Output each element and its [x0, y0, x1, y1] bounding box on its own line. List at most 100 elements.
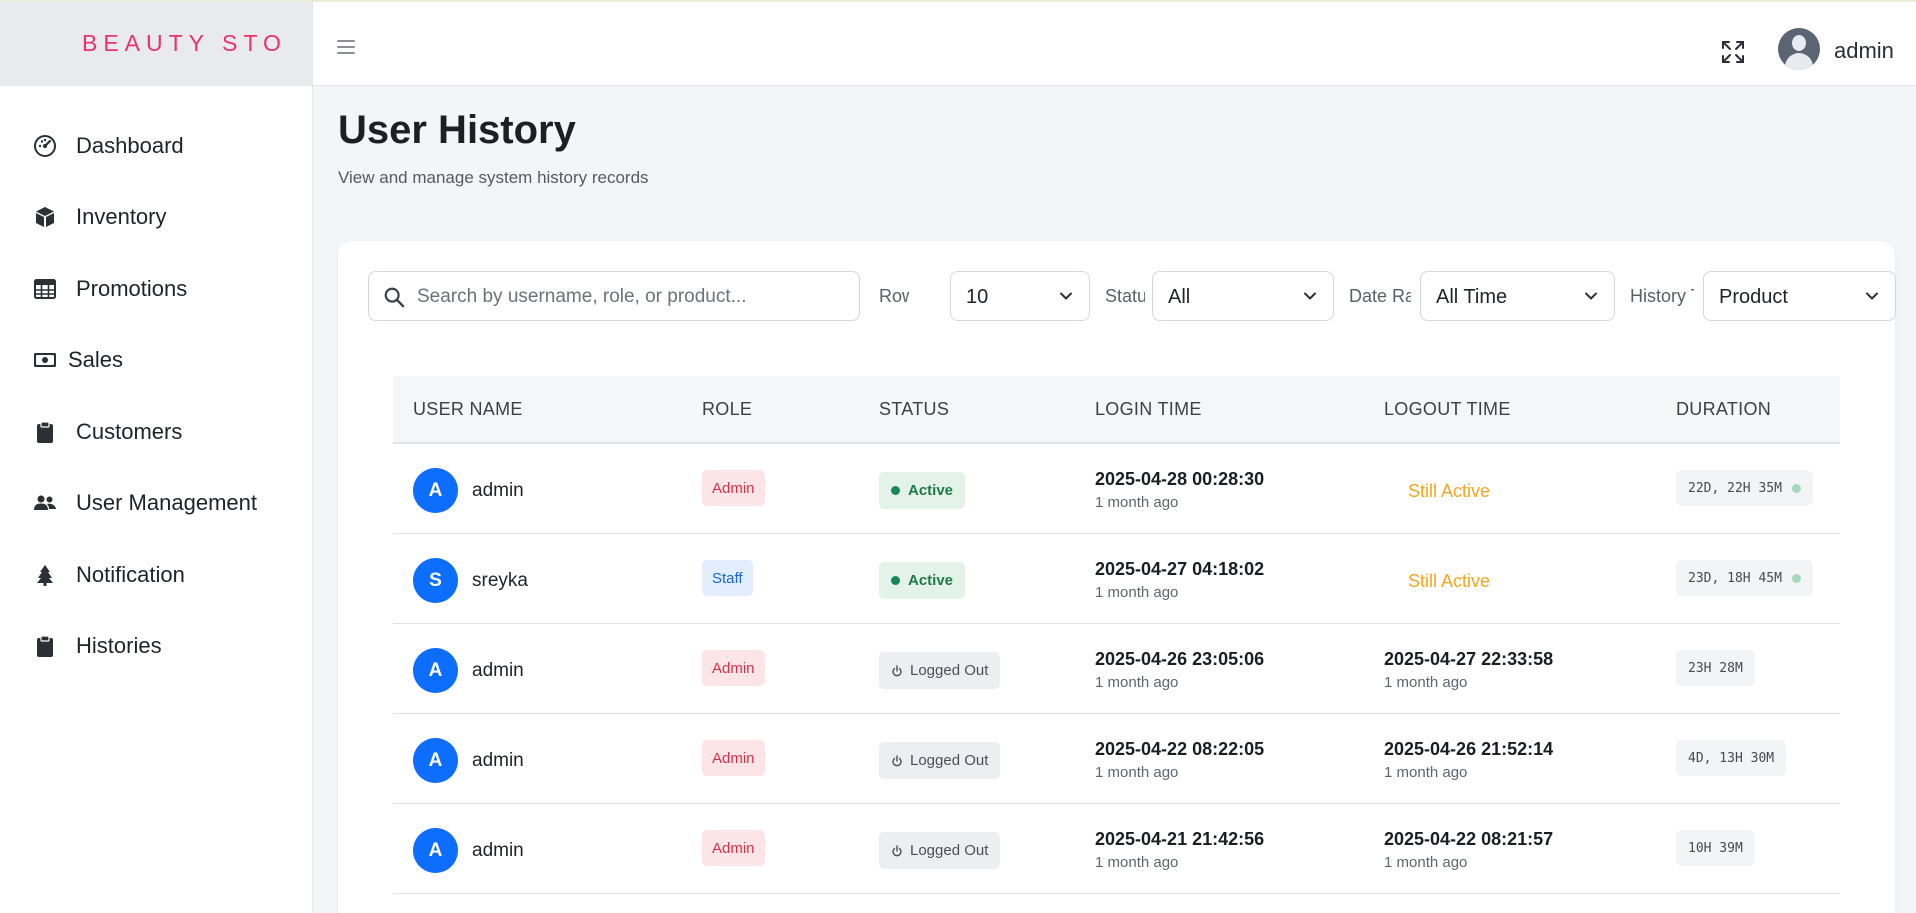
sidebar-item-inventory[interactable]: Inventory: [0, 182, 312, 254]
fullscreen-icon[interactable]: [1720, 39, 1746, 65]
date-range-label: Date Ra: [1349, 286, 1411, 306]
duration-badge: 4D, 13H 30M: [1676, 740, 1787, 776]
sidebar-item-notification[interactable]: Notification: [0, 539, 312, 611]
page-title: User History: [338, 108, 576, 152]
login-relative-time: 1 month ago: [1095, 584, 1179, 601]
sidebar: BEAUTY STO Dashboard Inventory Promotion…: [0, 0, 313, 913]
date-range-select[interactable]: All Time: [1420, 271, 1615, 321]
header-username[interactable]: admin: [1834, 38, 1894, 64]
sidebar-item-label: Promotions: [76, 275, 188, 301]
power-icon: [892, 844, 902, 856]
page-subtitle: View and manage system history records: [338, 168, 649, 187]
bell-icon: [32, 562, 58, 588]
user-avatar: A: [413, 648, 458, 693]
duration-badge: 22D, 22H 35M: [1676, 470, 1813, 506]
status-text: Logged Out: [910, 662, 989, 679]
sidebar-item-promotions[interactable]: Promotions: [0, 253, 312, 325]
column-header-duration[interactable]: DURATION: [1676, 399, 1771, 420]
sidebar-item-sales[interactable]: Sales: [0, 325, 312, 397]
history-type-select[interactable]: Product: [1703, 271, 1896, 321]
history-type-label: History T: [1630, 286, 1694, 306]
status-text: Logged Out: [910, 842, 989, 859]
top-header: admin: [313, 0, 1916, 86]
brand-logo[interactable]: BEAUTY STO: [0, 0, 312, 86]
user-name: admin: [472, 660, 524, 681]
table-row[interactable]: Aadmin Admin Logged Out 2025-04-21 21:42:56…: [393, 804, 1840, 894]
status-badge: Active: [879, 562, 966, 599]
sidebar-item-customers[interactable]: Customers: [0, 396, 312, 468]
duration-badge: 10H 39M: [1676, 830, 1755, 866]
column-header-login-time[interactable]: LOGIN TIME: [1095, 399, 1202, 420]
gauge-icon: [32, 133, 58, 159]
status-badge: Logged Out: [879, 832, 1001, 869]
duration-text: 4D, 13H 30M: [1688, 750, 1775, 766]
duration-text: 22D, 22H 35M: [1688, 480, 1782, 496]
logout-relative-time: 1 month ago: [1384, 854, 1468, 871]
status-label: Statu: [1105, 286, 1145, 306]
user-name: admin: [472, 480, 524, 501]
users-icon: [32, 490, 58, 516]
sidebar-item-label: Customers: [76, 418, 183, 444]
history-type-select-value: Product: [1719, 286, 1788, 308]
column-header-username[interactable]: USER NAME: [413, 399, 523, 420]
table-row[interactable]: Aadmin Admin Logged Out 2025-04-26 23:05:06…: [393, 624, 1840, 714]
sidebar-item-user-management[interactable]: User Management: [0, 468, 312, 540]
duration-text: 10H 39M: [1688, 840, 1743, 856]
status-select[interactable]: All: [1152, 271, 1334, 321]
search-icon: [384, 287, 405, 308]
status-badge: Logged Out: [879, 742, 1001, 779]
logout-time: 2025-04-27 22:33:58: [1384, 649, 1554, 669]
role-badge: Admin: [702, 830, 765, 866]
active-dot-icon: [891, 486, 900, 495]
user-avatar: A: [413, 738, 458, 783]
menu-toggle-icon[interactable]: [337, 40, 355, 54]
chevron-down-icon: [1866, 292, 1878, 300]
live-dot-icon: [1791, 483, 1801, 493]
column-header-role[interactable]: ROLE: [702, 399, 752, 420]
search-input[interactable]: [417, 280, 847, 314]
duration-badge: 23H 28M: [1676, 650, 1755, 686]
avatar[interactable]: [1778, 28, 1820, 70]
table-row[interactable]: Aadmin Admin Logged Out 2025-04-22 08:22:05…: [393, 714, 1840, 804]
login-time: 2025-04-27 04:18:02: [1095, 559, 1265, 579]
duration-badge: 23D, 18H 45M: [1676, 560, 1813, 596]
table-row[interactable]: Ssreyka Staff Active 2025-04-27 04:18:02 1 m…: [393, 534, 1840, 624]
search-box: [368, 271, 860, 321]
sidebar-item-label: Inventory: [76, 204, 167, 230]
still-active-label: Still Active: [1408, 571, 1491, 591]
sidebar-nav: Dashboard Inventory Promotions Sales Cus…: [0, 86, 312, 682]
column-header-status[interactable]: STATUS: [879, 399, 949, 420]
sidebar-item-label: Sales: [68, 347, 124, 373]
status-badge: Active: [879, 472, 966, 509]
role-badge: Admin: [702, 740, 765, 776]
column-header-logout-time[interactable]: LOGOUT TIME: [1384, 399, 1511, 420]
sidebar-item-dashboard[interactable]: Dashboard: [0, 110, 312, 182]
rows-select-value: 10: [966, 286, 989, 308]
rows-select[interactable]: 10: [950, 271, 1090, 321]
login-time: 2025-04-22 08:22:05: [1095, 739, 1265, 759]
user-name: admin: [472, 750, 524, 771]
login-time: 2025-04-28 00:28:30: [1095, 469, 1265, 489]
power-icon: [892, 754, 902, 766]
table-row[interactable]: Aadmin Admin Active 2025-04-28 00:28:30 1 mo…: [393, 444, 1840, 534]
chevron-down-icon: [1060, 292, 1072, 300]
sidebar-item-label: Histories: [76, 633, 162, 659]
status-badge: Logged Out: [879, 652, 1001, 689]
logout-relative-time: 1 month ago: [1384, 764, 1468, 781]
clipboard-icon: [32, 419, 58, 445]
login-time: 2025-04-26 23:05:06: [1095, 649, 1265, 669]
sidebar-item-label: User Management: [76, 490, 257, 516]
history-card: Row 10 Statu All Date Ra All Time Histor…: [338, 241, 1896, 913]
box-icon: [32, 204, 58, 230]
login-relative-time: 1 month ago: [1095, 674, 1179, 691]
user-name: admin: [472, 840, 524, 861]
role-badge: Admin: [702, 650, 765, 686]
status-select-value: All: [1168, 286, 1191, 308]
date-range-select-value: All Time: [1436, 286, 1508, 308]
role-badge: Staff: [702, 560, 753, 596]
sidebar-item-histories[interactable]: Histories: [0, 611, 312, 683]
rows-label: Row: [879, 286, 909, 306]
chevron-down-icon: [1585, 292, 1597, 300]
top-accent-line: [0, 0, 1916, 2]
user-name: sreyka: [472, 570, 528, 591]
